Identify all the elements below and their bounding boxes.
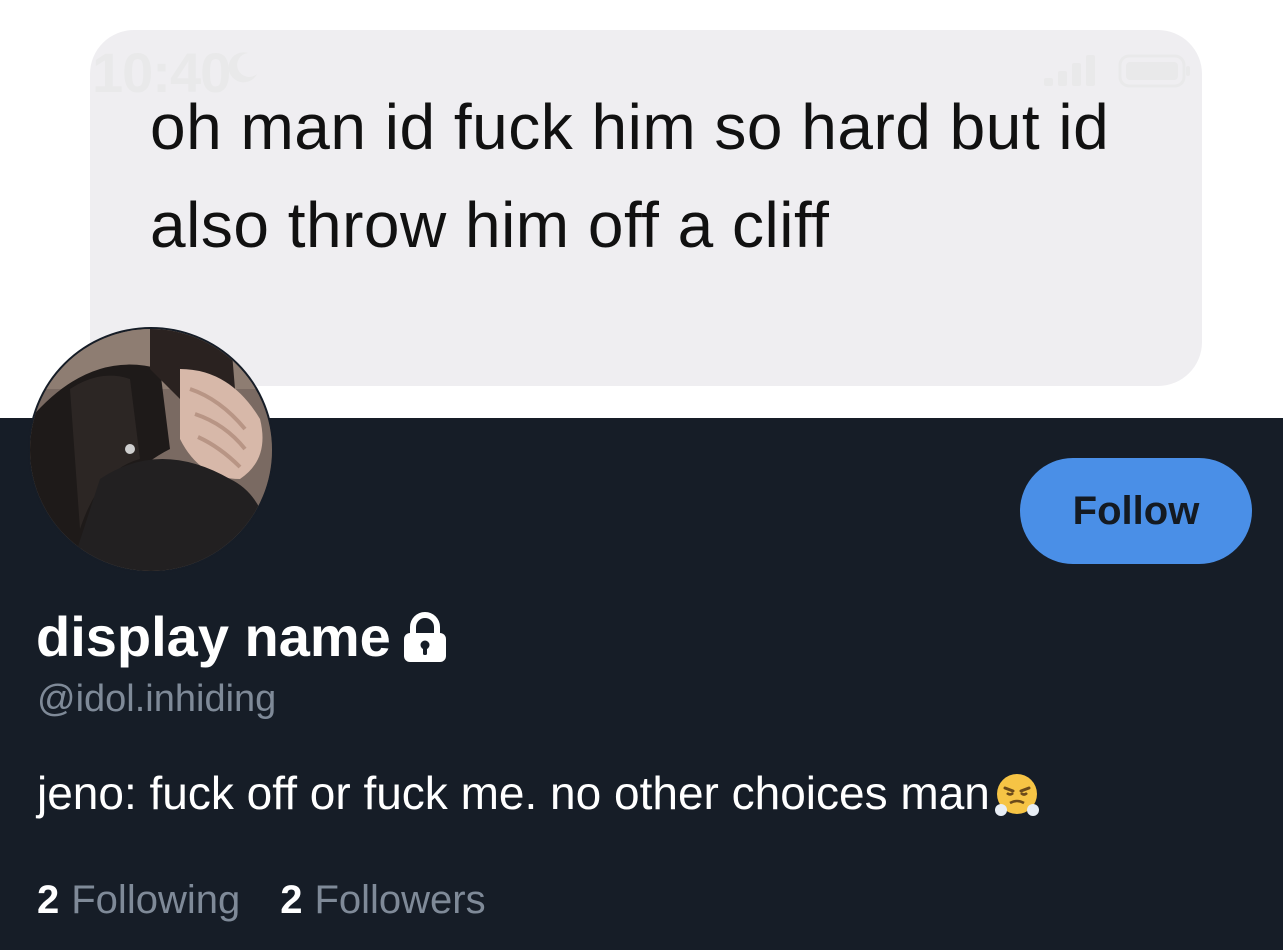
handle: @idol.inhiding [37,678,277,720]
avatar-photo [30,329,272,571]
bio-text: jeno: fuck off or fuck me. no other choi… [37,767,990,819]
following-label: Following [71,878,241,922]
followers-label: Followers [314,878,486,922]
steam-face-emoji-icon [994,774,1039,816]
avatar[interactable] [28,327,274,573]
follow-stats: 2 Following 2 Followers [37,878,486,923]
following-count: 2 [37,878,60,922]
bio: jeno: fuck off or fuck me. no other choi… [37,766,1042,820]
follow-button[interactable]: Follow [1020,458,1252,564]
display-name: display name [36,604,449,669]
followers-count: 2 [280,878,303,922]
message-text: oh man id fuck him so hard but id also t… [150,91,1110,261]
following-stat[interactable]: 2 Following [37,878,240,923]
followers-stat[interactable]: 2 Followers [280,878,485,923]
display-name-text: display name [36,605,391,668]
lock-icon [403,611,446,662]
